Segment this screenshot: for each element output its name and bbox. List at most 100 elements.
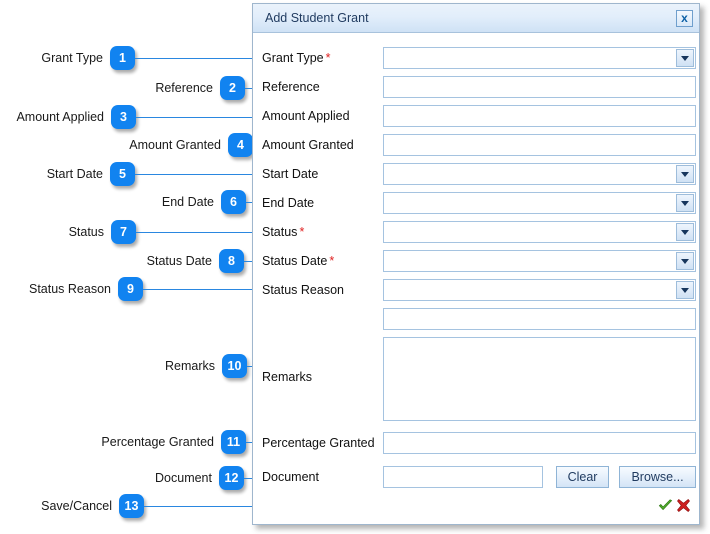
dropdown-select[interactable]: [383, 192, 696, 214]
field-label: Reference: [262, 81, 320, 94]
field-label: End Date: [262, 197, 314, 210]
callout-number-badge: 10: [222, 354, 247, 378]
field-label-text: Start Date: [262, 166, 319, 181]
callout-number-badge: 8: [219, 249, 244, 273]
callout-label: Status Date: [146, 253, 212, 268]
field-label: Start Date: [262, 168, 318, 181]
field-label-text: Remarks: [262, 370, 313, 384]
callout-label: Status Reason: [29, 281, 111, 296]
dropdown-select[interactable]: [383, 279, 696, 301]
callout-label: Remarks: [164, 358, 215, 373]
text-input[interactable]: [383, 308, 696, 330]
callout-leader-line: [143, 289, 262, 290]
field-label-text: Status: [262, 224, 298, 239]
callout-label: Document: [155, 470, 212, 485]
callout-11: Percentage Granted 11: [0, 430, 246, 454]
callout-2: Reference 2: [0, 76, 245, 100]
field-label-text: Grant Type: [262, 50, 324, 65]
required-asterisk: *: [299, 224, 305, 239]
green-check-icon[interactable]: [658, 498, 673, 513]
dropdown-select[interactable]: [383, 47, 696, 69]
form-row: Start Date: [253, 161, 699, 187]
field-label: Grant Type *: [262, 52, 330, 65]
field-label-text: Status Reason: [262, 282, 344, 297]
field-label-text: End Date: [262, 195, 315, 210]
form-row: Reference: [253, 74, 699, 100]
callout-5: Start Date 5: [0, 162, 135, 186]
chevron-down-icon[interactable]: [676, 165, 694, 183]
triangle-glyph: [681, 258, 689, 264]
document-path-input[interactable]: [383, 466, 543, 488]
chevron-down-icon[interactable]: [676, 223, 694, 241]
field-label: Status Date *: [262, 255, 334, 268]
field-label-text: Amount Granted: [262, 137, 354, 152]
callout-label: End Date: [161, 194, 214, 209]
form-row: Remarks: [253, 335, 699, 423]
form-row: Grant Type *: [253, 45, 699, 71]
callout-label: Save/Cancel: [41, 498, 112, 513]
triangle-glyph: [681, 229, 689, 235]
form-row: Amount Applied: [253, 103, 699, 129]
callout-number-badge: 9: [118, 277, 143, 301]
callout-10: Remarks 10: [0, 354, 247, 378]
callout-13: Save/Cancel 13: [0, 494, 144, 518]
field-label: Status *: [262, 226, 304, 239]
form-row: Status Date *: [253, 248, 699, 274]
field-label: Status Reason: [262, 284, 344, 297]
browse-button[interactable]: Browse...: [619, 466, 696, 488]
callout-number-badge: 6: [221, 190, 246, 214]
close-x-icon[interactable]: x: [676, 9, 693, 27]
remarks-textarea[interactable]: [383, 337, 696, 421]
dialog-form-body: Grant Type * Reference Amount Applied Amount…: [253, 33, 699, 524]
field-label: Remarks: [262, 371, 312, 384]
field-label: Amount Granted: [262, 139, 354, 152]
chevron-down-icon[interactable]: [676, 49, 694, 67]
dialog-titlebar: Add Student Grant x: [253, 4, 699, 33]
form-row: Percentage Granted: [253, 430, 699, 456]
field-label: Percentage Granted: [262, 437, 375, 450]
callout-number-badge: 12: [219, 466, 244, 490]
callout-8: Status Date 8: [0, 249, 244, 273]
required-asterisk: *: [325, 50, 331, 65]
text-input[interactable]: [383, 134, 696, 156]
field-label-text: Status Date: [262, 253, 328, 268]
callout-4: Amount Granted 4: [0, 133, 253, 157]
triangle-glyph: [681, 171, 689, 177]
dropdown-select[interactable]: [383, 221, 696, 243]
callout-9: Status Reason 9: [0, 277, 143, 301]
callout-label: Status: [68, 224, 104, 239]
chevron-down-icon[interactable]: [676, 252, 694, 270]
add-student-grant-dialog: Add Student Grant x Grant Type * Reference…: [252, 3, 700, 525]
red-x-icon[interactable]: [676, 498, 691, 513]
field-label-text: Percentage Granted: [262, 435, 375, 450]
callout-label: Amount Granted: [129, 137, 221, 152]
callout-number-badge: 1: [110, 46, 135, 70]
chevron-down-icon[interactable]: [676, 281, 694, 299]
field-label-text: Reference: [262, 79, 320, 94]
dropdown-select[interactable]: [383, 250, 696, 272]
callout-1: Grant Type 1: [0, 46, 135, 70]
callout-number-badge: 5: [110, 162, 135, 186]
callout-label: Start Date: [46, 166, 103, 181]
callout-3: Amount Applied 3: [0, 105, 136, 129]
text-input[interactable]: [383, 105, 696, 127]
callout-label: Grant Type: [41, 50, 103, 65]
callout-number-badge: 7: [111, 220, 136, 244]
form-row: [253, 306, 699, 332]
form-row: Status *: [253, 219, 699, 245]
text-input[interactable]: [383, 432, 696, 454]
chevron-down-icon[interactable]: [676, 194, 694, 212]
form-row: Amount Granted: [253, 132, 699, 158]
callout-number-badge: 3: [111, 105, 136, 129]
callout-number-badge: 13: [119, 494, 144, 518]
form-row: Status Reason: [253, 277, 699, 303]
text-input[interactable]: [383, 76, 696, 98]
triangle-glyph: [681, 200, 689, 206]
dropdown-select[interactable]: [383, 163, 696, 185]
required-asterisk: *: [329, 253, 335, 268]
callout-leader-line: [135, 58, 262, 59]
callout-label: Percentage Granted: [101, 434, 214, 449]
callout-7: Status 7: [0, 220, 136, 244]
form-row: End Date: [253, 190, 699, 216]
clear-button[interactable]: Clear: [556, 466, 609, 488]
